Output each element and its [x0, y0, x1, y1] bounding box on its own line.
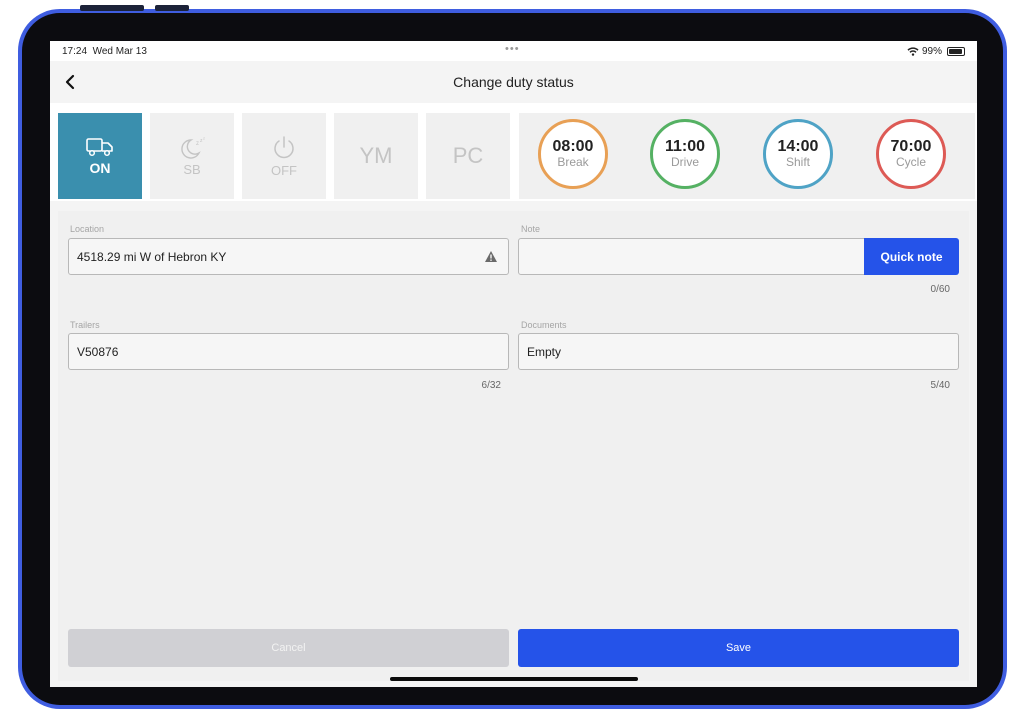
wifi-icon	[907, 47, 919, 56]
svg-text:z: z	[196, 141, 199, 147]
date-text: Wed Mar 13	[92, 46, 147, 57]
trailers-label: Trailers	[70, 320, 100, 330]
home-indicator[interactable]	[390, 677, 638, 681]
timer-label: Cycle	[895, 155, 926, 169]
timer-value: 11:00	[664, 138, 706, 155]
duty-status-sb[interactable]: z z z SB	[150, 113, 234, 199]
duty-status-on[interactable]: ON	[58, 113, 142, 199]
timer-value: 70:00	[890, 138, 932, 155]
battery-icon	[947, 47, 965, 56]
moon-sleep-icon: z z z	[181, 136, 205, 159]
duty-status-label: OFF	[271, 162, 297, 178]
duty-status-label: YM	[359, 143, 393, 168]
cancel-button[interactable]: Cancel	[68, 629, 509, 667]
battery-percent: 99%	[921, 46, 942, 57]
nav-bar: Change duty status	[50, 61, 977, 103]
documents-counter: 5/40	[930, 380, 950, 391]
duty-status-off[interactable]: OFF	[242, 113, 326, 199]
multitask-dots[interactable]: •••	[505, 43, 520, 55]
duty-status-label: ON	[89, 160, 111, 176]
timer-label: Shift	[785, 155, 810, 169]
volume-button	[80, 5, 144, 11]
warning-icon[interactable]	[484, 250, 498, 263]
time-text: 17:24	[62, 46, 88, 57]
documents-value: Empty	[527, 344, 562, 359]
timer-label: Drive	[670, 155, 699, 169]
trailers-counter: 6/32	[481, 380, 501, 391]
trailers-input[interactable]: V50876	[68, 333, 509, 370]
timer-label: Break	[557, 155, 589, 169]
timer-value: 08:00	[552, 138, 594, 155]
truck-icon	[86, 138, 113, 157]
timer-drive: 11:00 Drive	[650, 119, 720, 189]
page-title: Change duty status	[453, 74, 574, 90]
status-bar: 17:24 Wed Mar 13 ••• 99%	[50, 41, 977, 61]
location-input[interactable]: 4518.29 mi W of Hebron KY	[68, 238, 509, 275]
power-icon	[274, 135, 294, 158]
save-button[interactable]: Save	[518, 629, 959, 667]
note-label: Note	[521, 224, 541, 234]
timer-shift: 14:00 Shift	[763, 119, 833, 189]
location-value: 4518.29 mi W of Hebron KY	[77, 249, 227, 264]
svg-text:z: z	[203, 136, 205, 141]
location-label: Location	[70, 224, 105, 234]
screen: 17:24 Wed Mar 13 ••• 99% Change duty sta…	[50, 41, 977, 687]
duty-status-row: ON z z z SB OFF YM PC 08:00 Break 11:00 …	[50, 103, 977, 201]
timer-break: 08:00 Break	[538, 119, 608, 189]
duty-status-label: SB	[183, 161, 201, 177]
trailers-value: V50876	[77, 344, 119, 359]
power-button	[155, 5, 189, 11]
note-counter: 0/60	[930, 284, 950, 295]
quick-note-button[interactable]: Quick note	[864, 238, 959, 275]
documents-label: Documents	[521, 320, 567, 330]
duty-status-ym[interactable]: YM	[334, 113, 418, 199]
documents-input[interactable]: Empty	[518, 333, 959, 370]
duty-status-pc[interactable]: PC	[426, 113, 510, 199]
timer-cycle: 70:00 Cycle	[876, 119, 946, 189]
timer-value: 14:00	[777, 138, 819, 155]
duty-status-form: Location 4518.29 mi W of Hebron KY Note …	[58, 211, 969, 681]
status-time: 17:24 Wed Mar 13	[62, 46, 147, 57]
duty-status-label: PC	[452, 143, 484, 168]
status-right: 99%	[907, 46, 965, 57]
note-input[interactable]	[518, 238, 866, 275]
hos-timers: 08:00 Break 11:00 Drive 14:00 Shift 70:0…	[519, 113, 975, 199]
